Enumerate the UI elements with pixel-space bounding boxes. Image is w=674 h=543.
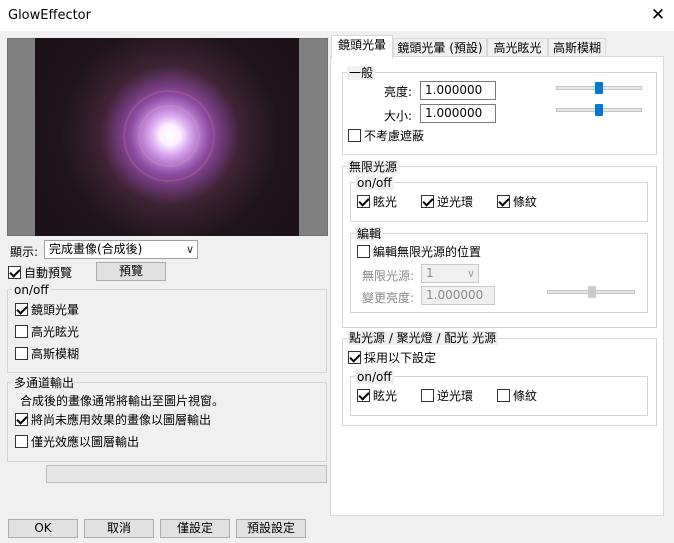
checkbox-box bbox=[357, 245, 370, 258]
gaussian-blur-checkbox[interactable]: 高斯模糊 bbox=[15, 345, 79, 362]
tab-lens-flare[interactable]: 鏡頭光暈 bbox=[331, 35, 393, 59]
display-label: 顯示: bbox=[10, 245, 39, 259]
checkbox-box bbox=[497, 195, 510, 208]
infinite-source-label: 無限光源: bbox=[362, 269, 415, 283]
infinite-backlight-ring-checkbox[interactable]: 逆光環 bbox=[421, 193, 473, 210]
multichannel-group-title: 多通道輸出 bbox=[12, 376, 77, 390]
ignore-occlusion-checkbox[interactable]: 不考慮遮蔽 bbox=[348, 127, 424, 144]
infinite-glare-label: 眩光 bbox=[373, 195, 398, 209]
close-icon[interactable]: ✕ bbox=[648, 4, 668, 26]
point-backlight-ring-checkbox[interactable]: 逆光環 bbox=[421, 387, 473, 404]
point-glare-checkbox[interactable]: 眩光 bbox=[357, 387, 397, 404]
checkbox-box bbox=[357, 389, 370, 402]
auto-preview-label: 自動預覽 bbox=[24, 266, 73, 280]
point-streak-label: 條紋 bbox=[513, 389, 538, 403]
edit-position-label: 編輯無限光源的位置 bbox=[373, 245, 482, 259]
point-onoff-title: on/off bbox=[355, 370, 394, 384]
checkbox-box bbox=[15, 325, 28, 338]
title-bar bbox=[0, 0, 674, 31]
infinite-edit-title: 編輯 bbox=[355, 227, 384, 241]
infinite-onoff-title: on/off bbox=[355, 176, 394, 190]
onoff-group-title: on/off bbox=[12, 283, 51, 297]
highlight-glare-label: 高光眩光 bbox=[31, 325, 80, 339]
preview-image bbox=[35, 38, 299, 236]
checkbox-box bbox=[348, 129, 361, 142]
infinite-source-value: 1 bbox=[426, 266, 434, 280]
change-brightness-slider-thumb[interactable] bbox=[588, 286, 596, 298]
edit-position-checkbox[interactable]: 編輯無限光源的位置 bbox=[357, 243, 481, 260]
highlight-glare-checkbox[interactable]: 高光眩光 bbox=[15, 323, 79, 340]
display-select-value: 完成畫像(合成後) bbox=[49, 242, 143, 256]
use-following-checkbox[interactable]: 採用以下設定 bbox=[348, 349, 436, 366]
infinite-backlight-ring-label: 逆光環 bbox=[437, 195, 474, 209]
ignore-occlusion-label: 不考慮遮蔽 bbox=[364, 129, 425, 143]
infinite-glare-checkbox[interactable]: 眩光 bbox=[357, 193, 397, 210]
general-group-title: 一般 bbox=[347, 66, 376, 80]
progress-bar bbox=[46, 465, 327, 483]
checkbox-box bbox=[357, 195, 370, 208]
lens-flare-label: 鏡頭光暈 bbox=[31, 303, 80, 317]
infinite-streak-checkbox[interactable]: 條紋 bbox=[497, 193, 537, 210]
change-brightness-input[interactable]: 1.000000 bbox=[421, 286, 495, 305]
checkbox-box bbox=[8, 266, 21, 279]
chevron-down-icon: ∨ bbox=[466, 267, 475, 280]
preview-button[interactable]: 預覽 bbox=[96, 262, 166, 281]
use-following-label: 採用以下設定 bbox=[364, 351, 437, 365]
checkbox-box bbox=[421, 389, 434, 402]
size-label: 大小: bbox=[384, 109, 413, 123]
checkbox-box bbox=[15, 347, 28, 360]
output-unapplied-checkbox[interactable]: 將尚未應用效果的畫像以圖層輸出 bbox=[15, 411, 211, 428]
checkbox-box bbox=[15, 413, 28, 426]
checkbox-box bbox=[15, 303, 28, 316]
default-set-button[interactable]: 預設設定 bbox=[236, 519, 306, 538]
lens-flare-checkbox[interactable]: 鏡頭光暈 bbox=[15, 301, 79, 318]
checkbox-box bbox=[421, 195, 434, 208]
checkbox-box bbox=[348, 351, 361, 364]
output-effect-only-checkbox[interactable]: 僅光效應以圖層輸出 bbox=[15, 433, 139, 450]
gaussian-blur-label: 高斯模糊 bbox=[31, 347, 80, 361]
output-unapplied-label: 將尚未應用效果的畫像以圖層輸出 bbox=[31, 413, 212, 427]
infinite-source-select[interactable]: 1 ∨ bbox=[421, 264, 479, 283]
infinite-light-group-title: 無限光源 bbox=[347, 160, 400, 174]
size-input[interactable]: 1.000000 bbox=[420, 104, 496, 123]
brightness-label: 亮度: bbox=[384, 85, 413, 99]
point-light-group-title: 點光源 / 聚光燈 / 配光 光源 bbox=[347, 331, 499, 345]
window-title: GlowEffector bbox=[8, 8, 91, 23]
infinite-streak-label: 條紋 bbox=[513, 195, 538, 209]
only-set-button[interactable]: 僅設定 bbox=[160, 519, 230, 538]
output-effect-only-label: 僅光效應以圖層輸出 bbox=[31, 435, 140, 449]
multichannel-description: 合成後的畫像通常將輸出至圖片視窗。 bbox=[20, 394, 225, 408]
brightness-slider-thumb[interactable] bbox=[595, 82, 603, 94]
point-glare-label: 眩光 bbox=[373, 389, 398, 403]
display-select[interactable]: 完成畫像(合成後) ∨ bbox=[44, 240, 198, 259]
point-streak-checkbox[interactable]: 條紋 bbox=[497, 387, 537, 404]
change-brightness-label: 變更亮度: bbox=[362, 291, 415, 305]
cancel-button[interactable]: 取消 bbox=[84, 519, 154, 538]
size-slider-thumb[interactable] bbox=[595, 104, 603, 116]
checkbox-box bbox=[15, 435, 28, 448]
ok-button[interactable]: OK bbox=[8, 519, 78, 538]
flare-ring-inner bbox=[138, 105, 200, 167]
checkbox-box bbox=[497, 389, 510, 402]
brightness-input[interactable]: 1.000000 bbox=[420, 81, 496, 100]
chevron-down-icon: ∨ bbox=[185, 243, 194, 256]
auto-preview-checkbox[interactable]: 自動預覽 bbox=[8, 264, 72, 281]
point-backlight-ring-label: 逆光環 bbox=[437, 389, 474, 403]
